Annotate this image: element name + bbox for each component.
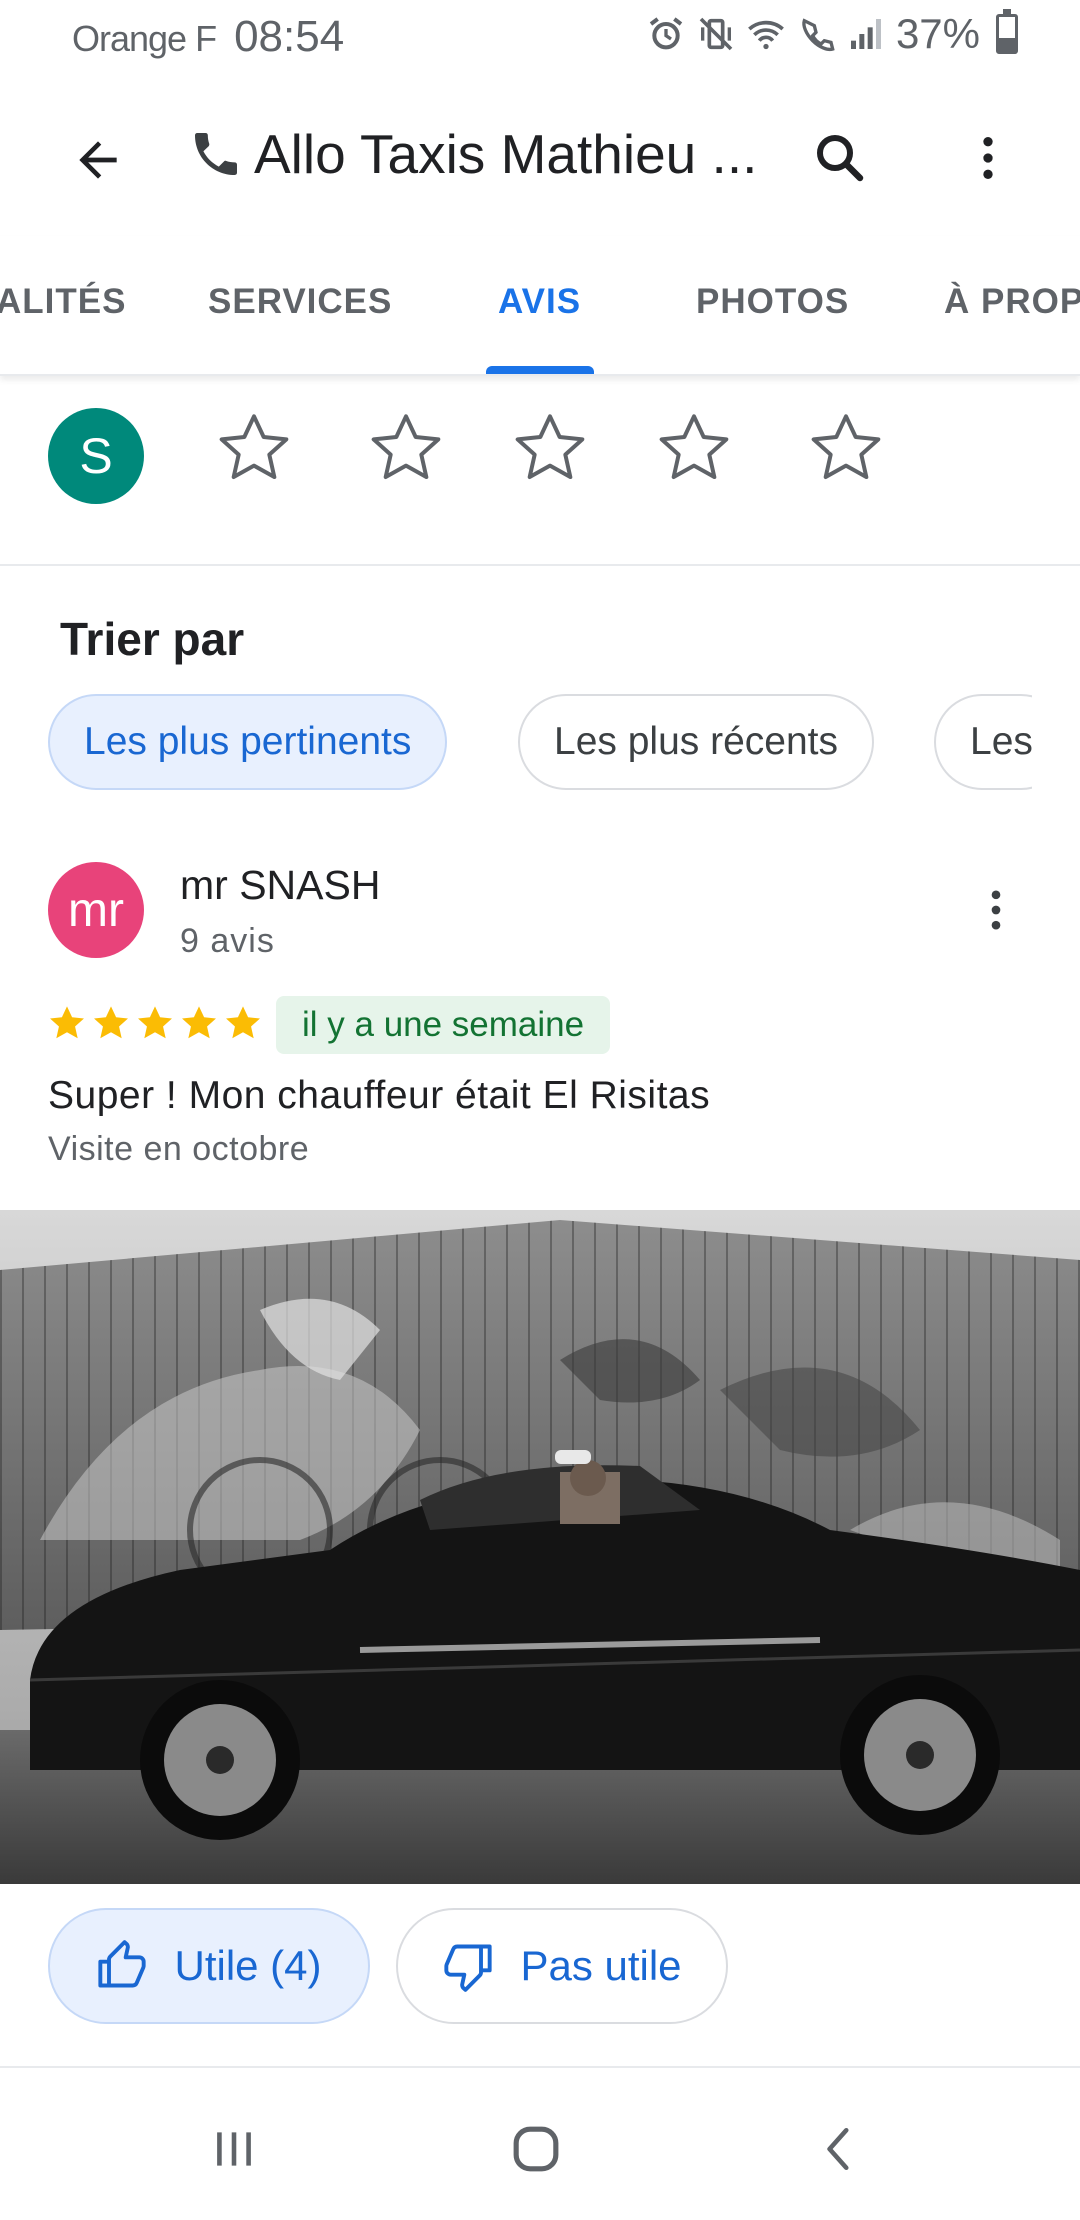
battery-percent: 37% [895,10,980,57]
wifi-calling-icon [802,18,835,52]
thumb-down-icon [444,1944,493,1992]
sort-chips: Les plus pertinents Les plus récents Les [0,694,1032,794]
rate-star-3-icon[interactable] [510,408,590,488]
filled-star-icon [226,1006,260,1039]
review-more-button[interactable] [958,872,1034,948]
tab-avis[interactable]: AVIS [498,282,581,322]
battery-icon [996,9,1018,54]
tab-services[interactable]: SERVICES [208,282,392,322]
active-tab-indicator [486,366,594,374]
search-icon [817,135,864,182]
reviewer-avatar[interactable]: mr [48,862,144,958]
vibrate-mute-icon [699,17,733,51]
tab-bar: ALITÉS SERVICES AVIS PHOTOS À PROPOS [0,236,1080,376]
review-rating [46,1002,264,1044]
user-avatar: S [48,408,144,504]
filled-star-icon [50,1006,84,1039]
filled-star-icon [94,1006,128,1039]
review-photo-image [0,1210,1080,1884]
rate-star-5-icon[interactable] [806,408,886,488]
review-photo[interactable] [0,1210,1080,1884]
chip-most-relevant[interactable]: Les plus pertinents [48,694,448,790]
not-helpful-label: Pas utile [520,1942,682,1989]
app-bar: Allo Taxis Mathieu ... [0,76,1080,236]
wifi-icon [748,20,784,50]
home-icon [513,2126,559,2172]
filled-star-icon [182,1006,216,1039]
nav-recents-button[interactable] [194,2114,274,2184]
signal-icon [850,19,881,49]
reviewer-review-count: 9 avis [180,922,275,960]
nav-back-icon [827,2127,849,2171]
search-button[interactable] [798,116,882,200]
battery-level [999,38,1015,51]
reviewer-name[interactable]: mr SNASH [180,862,380,909]
status-bar: Orange F 08:54 37% [0,0,1080,76]
status-right: 37% [646,9,1018,58]
not-helpful-button[interactable]: Pas utile [396,1908,728,2024]
status-left: Orange F 08:54 [72,12,344,62]
tab-actualites[interactable]: ALITÉS [0,282,126,322]
phone-icon [195,133,237,175]
review-text: Super ! Mon chauffeur était El Risitas [48,1074,711,1117]
rate-star-1-icon[interactable] [214,408,294,488]
sort-title: Trier par [60,613,245,665]
review-visit-date: Visite en octobre [48,1130,310,1168]
more-vert-icon [991,890,1001,930]
tab-photos[interactable]: PHOTOS [696,282,849,322]
rate-row: S [0,376,1080,566]
arrow-back-icon [79,141,117,179]
chip-partial[interactable]: Les [934,694,1032,790]
nav-back-button[interactable] [800,2114,880,2184]
helpful-label: Utile (4) [174,1942,322,1989]
review-date-badge: il y a une semaine [276,996,611,1054]
tab-a-propos[interactable]: À PROPOS [944,282,1080,322]
filled-star-icon [138,1006,172,1039]
back-button[interactable] [58,120,138,200]
thumb-up-icon [98,1940,147,1988]
alarm-icon [649,17,683,50]
more-vert-icon [983,137,993,179]
page-title-text: Allo Taxis Mathieu ... [254,123,758,185]
recents-icon [217,2132,251,2166]
rate-star-4-icon[interactable] [654,408,734,488]
page-title: Allo Taxis Mathieu ... [188,122,768,186]
system-nav-bar [0,2066,1080,2220]
carrier-name: Orange F [72,18,217,59]
chip-most-recent[interactable]: Les plus récents [518,694,874,790]
more-options-button[interactable] [946,116,1030,200]
clock: 08:54 [234,12,345,61]
nav-home-button[interactable] [496,2114,576,2184]
helpful-button[interactable]: Utile (4) [48,1908,370,2024]
rate-star-2-icon[interactable] [366,408,446,488]
